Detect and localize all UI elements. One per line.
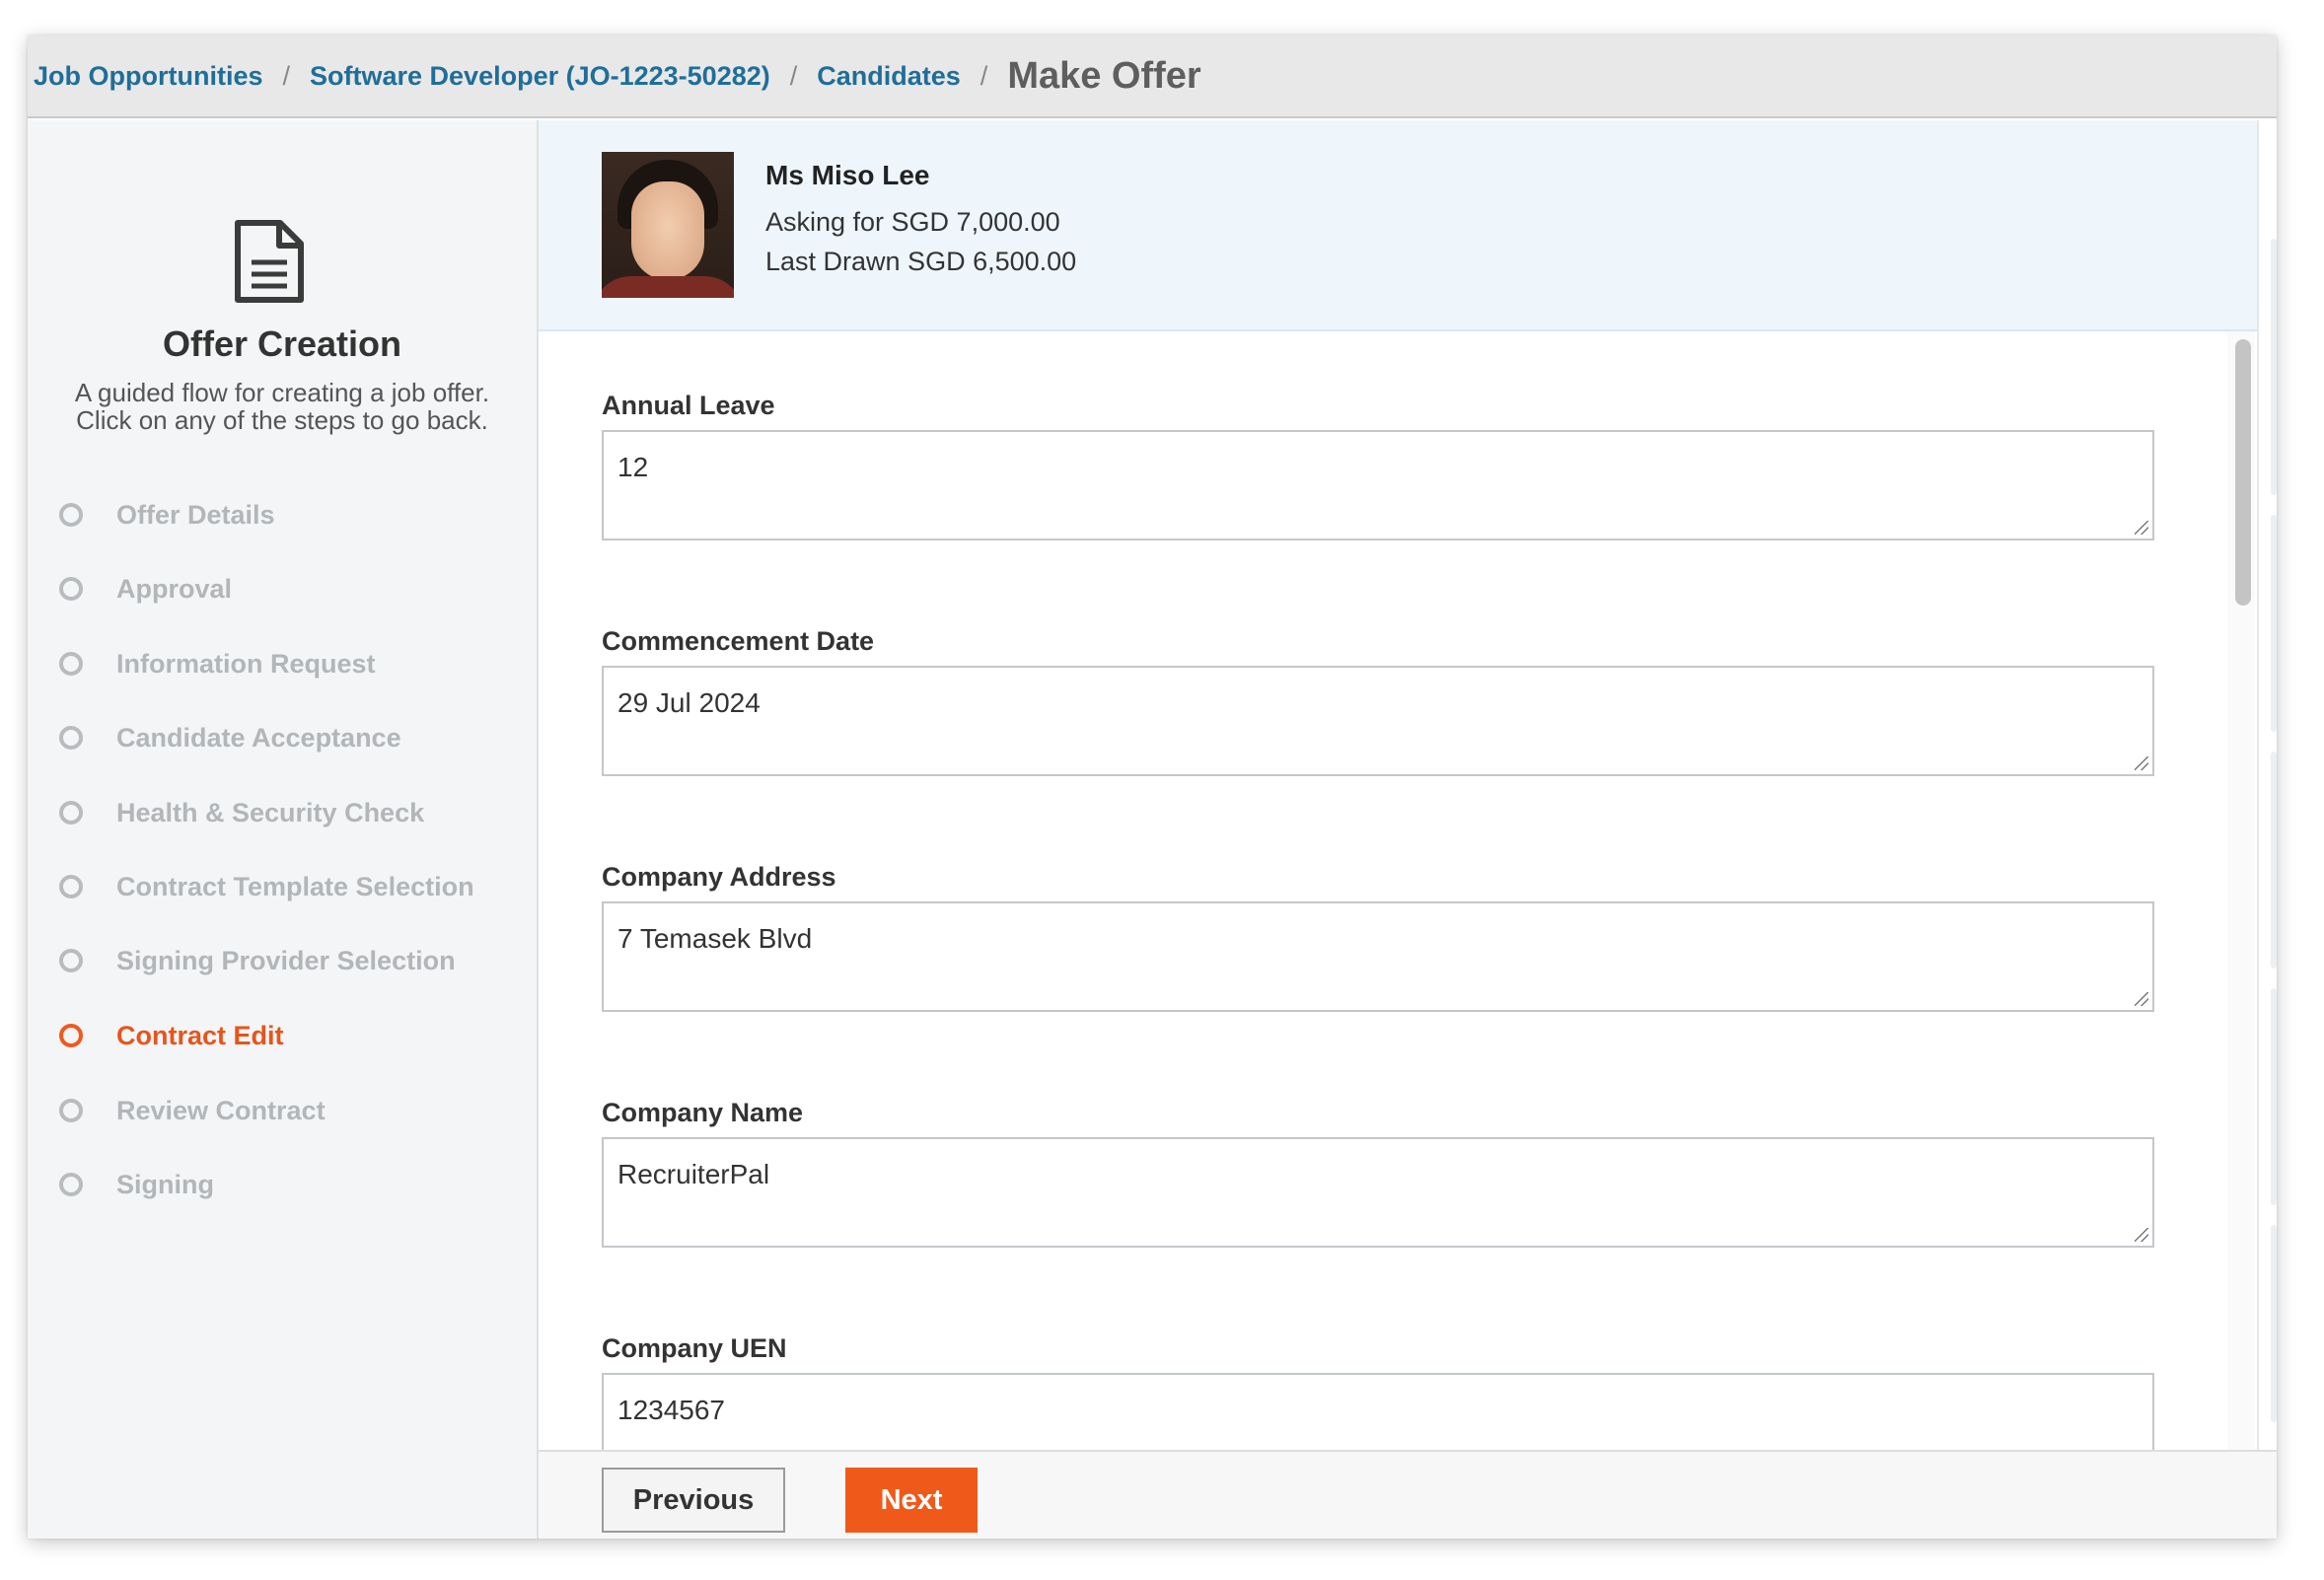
footer-actions: Previous Next bbox=[539, 1450, 2277, 1539]
company-uen-field[interactable]: 1234567 bbox=[602, 1373, 2154, 1450]
step-label: Health & Security Check bbox=[116, 797, 425, 827]
contract-fields-form: Annual Leave 12 Commencement Date 29 Jul… bbox=[539, 331, 2257, 1450]
resize-handle-icon[interactable] bbox=[2135, 521, 2148, 535]
step-information-request[interactable]: Information Request bbox=[59, 644, 513, 683]
sidebar-title: Offer Creation bbox=[162, 323, 402, 364]
side-tab bbox=[2271, 239, 2277, 495]
side-tab bbox=[2271, 515, 2277, 732]
step-circle-icon bbox=[59, 1024, 83, 1047]
company-name-label: Company Name bbox=[602, 1098, 804, 1127]
step-circle-icon bbox=[59, 577, 83, 601]
resize-handle-icon[interactable] bbox=[2135, 992, 2148, 1006]
main-panel: Ms Miso Lee Asking for SGD 7,000.00 Last… bbox=[539, 120, 2277, 1539]
step-offer-details[interactable]: Offer Details bbox=[59, 495, 513, 535]
side-tab bbox=[2271, 1225, 2277, 1422]
side-tab bbox=[2271, 988, 2277, 1205]
step-contract-edit[interactable]: Contract Edit bbox=[59, 1016, 513, 1055]
breadcrumb: Job Opportunities / Software Developer (… bbox=[28, 36, 2277, 118]
step-health-security-check[interactable]: Health & Security Check bbox=[59, 793, 513, 832]
side-tab bbox=[2271, 752, 2277, 969]
step-label: Contract Edit bbox=[116, 1020, 284, 1050]
step-signing-provider-selection[interactable]: Signing Provider Selection bbox=[59, 941, 513, 980]
step-label: Review Contract bbox=[116, 1095, 326, 1125]
candidate-name: Ms Miso Lee bbox=[765, 160, 930, 190]
company-name-field[interactable]: RecruiterPal bbox=[602, 1137, 2154, 1248]
company-address-value: 7 Temasek Blvd bbox=[617, 923, 813, 954]
step-label: Candidate Acceptance bbox=[116, 722, 401, 753]
candidate-last-drawn-salary: Last Drawn SGD 6,500.00 bbox=[765, 247, 1077, 276]
step-label: Contract Template Selection bbox=[116, 871, 474, 901]
breadcrumb-separator: / bbox=[282, 60, 291, 91]
commencement-date-field[interactable]: 29 Jul 2024 bbox=[602, 666, 2154, 776]
step-contract-template-selection[interactable]: Contract Template Selection bbox=[59, 867, 513, 906]
company-address-label: Company Address bbox=[602, 862, 836, 892]
step-review-contract[interactable]: Review Contract bbox=[59, 1091, 513, 1130]
step-signing[interactable]: Signing bbox=[59, 1165, 513, 1204]
step-label: Offer Details bbox=[116, 499, 275, 530]
candidate-photo bbox=[602, 152, 734, 298]
step-circle-icon bbox=[59, 726, 83, 750]
step-label: Signing Provider Selection bbox=[116, 945, 456, 975]
step-circle-icon bbox=[59, 801, 83, 825]
step-circle-icon bbox=[59, 1099, 83, 1122]
previous-button[interactable]: Previous bbox=[602, 1468, 785, 1533]
breadcrumb-separator: / bbox=[789, 60, 798, 91]
document-icon bbox=[235, 220, 304, 303]
next-button[interactable]: Next bbox=[845, 1468, 978, 1533]
commencement-date-label: Commencement Date bbox=[602, 626, 875, 656]
step-label: Information Request bbox=[116, 648, 376, 679]
step-circle-icon bbox=[59, 652, 83, 676]
step-circle-icon bbox=[59, 1173, 83, 1196]
breadcrumb-separator: / bbox=[980, 60, 988, 91]
page-title: Make Offer bbox=[1007, 54, 1201, 97]
step-circle-icon bbox=[59, 503, 83, 527]
step-circle-icon bbox=[59, 949, 83, 972]
breadcrumb-candidates[interactable]: Candidates bbox=[817, 61, 961, 92]
company-uen-label: Company UEN bbox=[602, 1333, 787, 1363]
sidebar-description: A guided flow for creating a job offer. … bbox=[74, 378, 490, 435]
candidate-card: Ms Miso Lee Asking for SGD 7,000.00 Last… bbox=[539, 120, 2257, 331]
annual-leave-field[interactable]: 12 bbox=[602, 430, 2154, 540]
annual-leave-label: Annual Leave bbox=[602, 391, 775, 420]
company-address-field[interactable]: 7 Temasek Blvd bbox=[602, 901, 2154, 1012]
company-name-value: RecruiterPal bbox=[617, 1159, 770, 1189]
resize-handle-icon[interactable] bbox=[2135, 756, 2148, 770]
step-candidate-acceptance[interactable]: Candidate Acceptance bbox=[59, 718, 513, 757]
panel-edge bbox=[2257, 120, 2259, 1450]
commencement-date-value: 29 Jul 2024 bbox=[617, 687, 761, 718]
step-label: Signing bbox=[116, 1169, 214, 1199]
sidebar: Offer Creation A guided flow for creatin… bbox=[28, 120, 539, 1539]
breadcrumb-job-opportunities[interactable]: Job Opportunities bbox=[34, 61, 263, 92]
app-window: Job Opportunities / Software Developer (… bbox=[28, 36, 2277, 1539]
step-circle-icon bbox=[59, 875, 83, 898]
candidate-asking-salary: Asking for SGD 7,000.00 bbox=[765, 207, 1060, 237]
step-approval[interactable]: Approval bbox=[59, 569, 513, 609]
company-uen-value: 1234567 bbox=[617, 1395, 726, 1425]
scrollbar-thumb[interactable] bbox=[2235, 339, 2251, 606]
step-label: Approval bbox=[116, 573, 233, 604]
breadcrumb-job[interactable]: Software Developer (JO-1223-50282) bbox=[310, 61, 770, 92]
resize-handle-icon[interactable] bbox=[2135, 1228, 2148, 1242]
annual-leave-value: 12 bbox=[617, 452, 649, 482]
